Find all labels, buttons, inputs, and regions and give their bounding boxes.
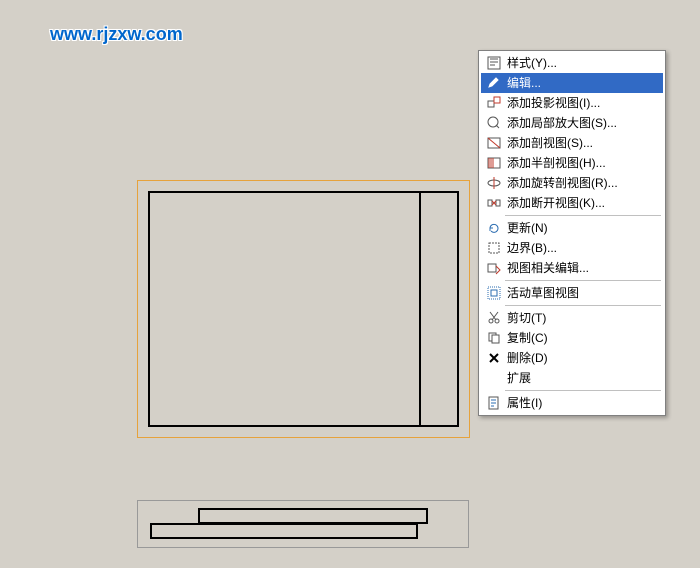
menu-item-boundary[interactable]: 边界(B)... (481, 238, 663, 258)
expand-icon (485, 370, 503, 386)
menu-item-label: 更新(N) (503, 218, 659, 238)
watermark-text: www.rjzxw.com (50, 24, 183, 45)
context-menu: 样式(Y)...编辑...添加投影视图(I)...添加局部放大图(S)...添加… (478, 50, 666, 416)
drawing-rect-outer (148, 191, 459, 427)
menu-item-detail[interactable]: 添加局部放大图(S)... (481, 113, 663, 133)
menu-item-label: 添加断开视图(K)... (503, 193, 659, 213)
half-section-icon (485, 155, 503, 171)
menu-item-label: 编辑... (503, 73, 659, 93)
menu-item-label: 边界(B)... (503, 238, 659, 258)
menu-item-view-edit[interactable]: 视图相关编辑... (481, 258, 663, 278)
sketch-view-icon (485, 285, 503, 301)
menu-separator (505, 305, 661, 306)
boundary-icon (485, 240, 503, 256)
menu-item-edit[interactable]: 编辑... (481, 73, 663, 93)
view-edit-icon (485, 260, 503, 276)
menu-item-label: 活动草图视图 (503, 283, 659, 303)
cut-icon (485, 310, 503, 326)
menu-item-label: 复制(C) (503, 328, 659, 348)
menu-item-sketch-view[interactable]: 活动草图视图 (481, 283, 663, 303)
delete-icon (485, 350, 503, 366)
menu-item-properties[interactable]: 属性(I) (481, 393, 663, 413)
menu-separator (505, 390, 661, 391)
drawing-view-bottom[interactable] (137, 500, 469, 548)
menu-item-revolve[interactable]: 添加旋转剖视图(R)... (481, 173, 663, 193)
break-icon (485, 195, 503, 211)
menu-item-label: 删除(D) (503, 348, 659, 368)
drawing-bar-upper (198, 508, 428, 524)
menu-item-label: 添加局部放大图(S)... (503, 113, 659, 133)
drawing-rect-inner (419, 191, 459, 427)
menu-item-label: 添加半剖视图(H)... (503, 153, 659, 173)
menu-item-break[interactable]: 添加断开视图(K)... (481, 193, 663, 213)
revolve-icon (485, 175, 503, 191)
menu-item-projection[interactable]: 添加投影视图(I)... (481, 93, 663, 113)
menu-item-delete[interactable]: 删除(D) (481, 348, 663, 368)
edit-icon (485, 75, 503, 91)
menu-item-label: 添加剖视图(S)... (503, 133, 659, 153)
style-icon (485, 55, 503, 71)
menu-item-expand[interactable]: 扩展 (481, 368, 663, 388)
menu-item-label: 视图相关编辑... (503, 258, 659, 278)
copy-icon (485, 330, 503, 346)
menu-item-label: 添加投影视图(I)... (503, 93, 659, 113)
menu-item-label: 添加旋转剖视图(R)... (503, 173, 659, 193)
drawing-view-top[interactable] (137, 180, 470, 438)
drawing-bar-lower (150, 523, 418, 539)
menu-item-copy[interactable]: 复制(C) (481, 328, 663, 348)
menu-item-refresh[interactable]: 更新(N) (481, 218, 663, 238)
menu-item-label: 扩展 (503, 368, 659, 388)
menu-item-label: 剪切(T) (503, 308, 659, 328)
menu-item-half-section[interactable]: 添加半剖视图(H)... (481, 153, 663, 173)
detail-icon (485, 115, 503, 131)
menu-item-cut[interactable]: 剪切(T) (481, 308, 663, 328)
projection-icon (485, 95, 503, 111)
menu-separator (505, 280, 661, 281)
menu-item-label: 属性(I) (503, 393, 659, 413)
menu-separator (505, 215, 661, 216)
menu-item-label: 样式(Y)... (503, 53, 659, 73)
properties-icon (485, 395, 503, 411)
menu-item-style[interactable]: 样式(Y)... (481, 53, 663, 73)
refresh-icon (485, 220, 503, 236)
menu-item-section[interactable]: 添加剖视图(S)... (481, 133, 663, 153)
section-icon (485, 135, 503, 151)
